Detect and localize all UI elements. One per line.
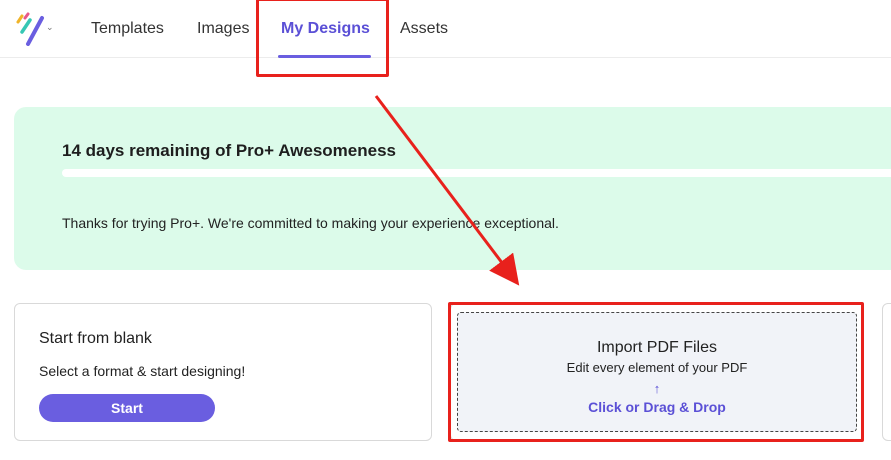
nav-images[interactable]: Images [197,19,249,39]
annotation-highlight-nav [256,0,389,77]
start-from-blank-card: Start from blank Select a format & start… [14,303,432,441]
top-navigation-bar: ⌄ Templates Images My Designs Assets [0,0,891,58]
chevron-down-icon[interactable]: ⌄ [46,22,56,32]
next-card-partial[interactable] [882,303,891,441]
annotation-highlight-import [448,302,864,442]
card-subtitle: Select a format & start designing! [39,363,246,379]
app-logo-icon[interactable] [16,12,46,46]
trial-progress-bar [62,169,891,177]
card-title: Start from blank [39,330,152,347]
trial-banner: 14 days remaining of Pro+ Awesomeness Th… [14,107,891,270]
banner-title: 14 days remaining of Pro+ Awesomeness [62,141,396,160]
start-button[interactable]: Start [39,394,215,422]
nav-assets[interactable]: Assets [400,19,448,39]
banner-message: Thanks for trying Pro+. We're committed … [62,215,559,231]
nav-templates[interactable]: Templates [91,19,164,39]
